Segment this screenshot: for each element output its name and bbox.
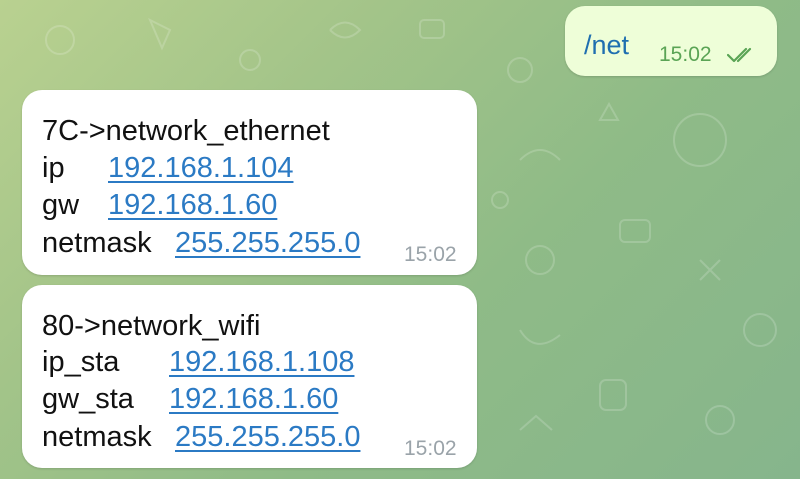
- row-label: gw_sta: [42, 383, 134, 415]
- outgoing-message-time: 15:02: [659, 43, 712, 66]
- netmask-link[interactable]: 255.255.255.0: [175, 227, 360, 259]
- message-row: netmask 255.255.255.0: [42, 226, 360, 260]
- incoming-message-bubble[interactable]: 7C->network_ethernet ip 192.168.1.104 gw 1…: [22, 90, 477, 275]
- netmask-link[interactable]: 255.255.255.0: [175, 421, 360, 453]
- row-label: netmask: [42, 421, 152, 453]
- message-header: 80->network_wifi: [42, 310, 261, 342]
- message-row: ip_sta 192.168.1.108: [42, 345, 354, 379]
- message-row: gw 192.168.1.60: [42, 188, 277, 222]
- message-row: netmask 255.255.255.0: [42, 420, 360, 454]
- message-row: ip 192.168.1.104: [42, 151, 293, 185]
- double-check-icon: [727, 47, 752, 63]
- message-header: 7C->network_ethernet: [42, 115, 330, 147]
- message-time: 15:02: [404, 437, 457, 460]
- outgoing-message-bubble[interactable]: /net 15:02: [565, 6, 777, 76]
- row-label: ip_sta: [42, 346, 120, 378]
- ip-link[interactable]: 192.168.1.104: [108, 152, 293, 184]
- outgoing-message-text: /net: [584, 30, 630, 60]
- incoming-message-bubble[interactable]: 80->network_wifi ip_sta 192.168.1.108 gw_…: [22, 285, 477, 468]
- row-label: ip: [42, 152, 65, 184]
- row-label: netmask: [42, 227, 152, 259]
- row-label: gw: [42, 189, 80, 221]
- message-row: gw_sta 192.168.1.60: [42, 382, 338, 416]
- message-time: 15:02: [404, 243, 457, 266]
- ip-link[interactable]: 192.168.1.108: [169, 346, 354, 378]
- gateway-link[interactable]: 192.168.1.60: [108, 189, 277, 221]
- gateway-link[interactable]: 192.168.1.60: [169, 383, 338, 415]
